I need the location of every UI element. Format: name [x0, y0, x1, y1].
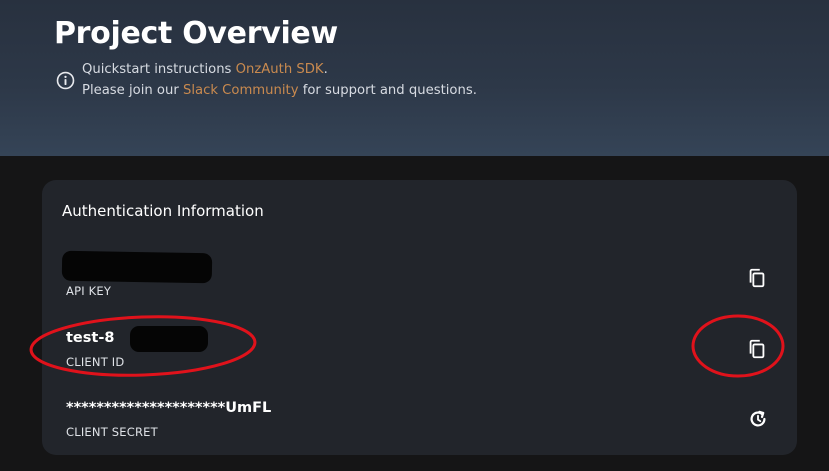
- authentication-card: Authentication Information API KEY test-…: [42, 180, 797, 455]
- api-key-label: API KEY: [66, 284, 112, 298]
- page-header: Project Overview Quickstart instructions…: [0, 0, 829, 156]
- client-id-redaction: [130, 326, 208, 352]
- page-title: Project Overview: [54, 16, 338, 51]
- quickstart-prefix: Quickstart instructions: [82, 62, 236, 77]
- client-id-value: test-8: [66, 330, 115, 346]
- client-id-label: CLIENT ID: [66, 355, 125, 369]
- community-text: Please join our Slack Community for supp…: [82, 83, 477, 98]
- copy-icon[interactable]: [746, 338, 768, 360]
- card-title: Authentication Information: [62, 202, 264, 220]
- client-secret-label: CLIENT SECRET: [66, 425, 158, 439]
- quickstart-text: Quickstart instructions OnzAuth SDK.: [82, 62, 328, 77]
- refresh-icon[interactable]: [747, 408, 769, 430]
- api-key-redaction: [61, 250, 213, 284]
- community-suffix: for support and questions.: [298, 83, 477, 98]
- community-prefix: Please join our: [82, 83, 183, 98]
- quickstart-suffix: .: [323, 62, 328, 77]
- sdk-link[interactable]: OnzAuth SDK: [236, 62, 324, 77]
- client-secret-value: *********************UmFL: [66, 400, 272, 416]
- slack-community-link[interactable]: Slack Community: [183, 83, 299, 98]
- copy-icon[interactable]: [746, 267, 768, 289]
- info-icon: [56, 71, 75, 90]
